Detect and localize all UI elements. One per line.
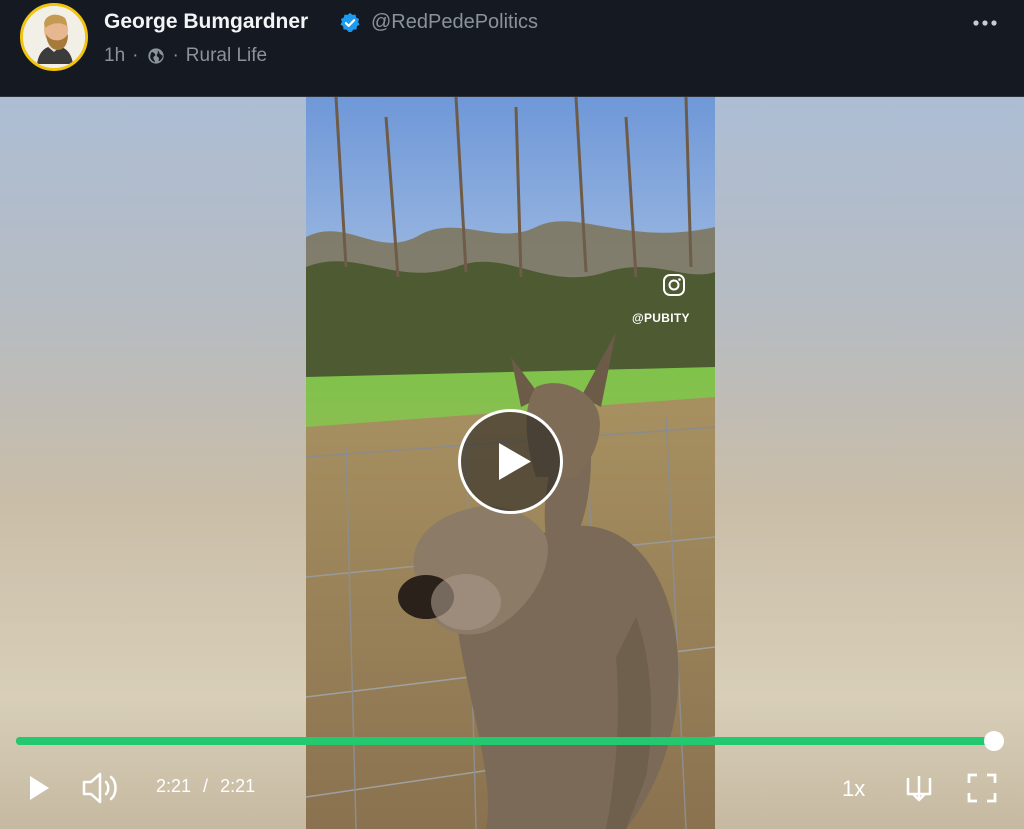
verified-badge-icon [339,12,361,34]
post-meta: 1h · · Rural Life [104,45,267,67]
progress-handle[interactable] [984,731,1004,751]
video-blur-right [715,97,1024,829]
download-icon[interactable] [903,770,935,806]
post-time[interactable]: 1h [104,45,125,67]
fullscreen-icon[interactable] [964,770,1000,806]
author-handle[interactable]: @RedPedePolitics [371,11,538,34]
author-name[interactable]: George Bumgardner [104,10,308,34]
video-blur-left [0,97,306,829]
instagram-icon [662,273,686,297]
current-time: 2:21 [156,776,192,796]
volume-icon[interactable] [80,769,124,807]
author-avatar[interactable] [20,3,88,71]
time-separator: / [203,776,209,796]
meta-separator: · [172,45,179,66]
playback-speed-button[interactable]: 1x [842,776,865,802]
community-name[interactable]: Rural Life [186,45,267,67]
video-watermark: @PUBITY [632,311,690,325]
time-display: 2:21 / 2:21 [156,776,255,797]
post-header: George Bumgardner @RedPedePolitics 1h · … [0,0,1024,97]
play-circle-icon[interactable] [457,408,564,515]
globe-icon [147,47,165,65]
duration: 2:21 [220,776,256,796]
progress-fill [16,737,994,745]
more-options-icon[interactable] [968,10,1002,36]
play-icon[interactable] [24,770,54,806]
video-player[interactable]: @PUBITY 2:21 / 2:21 1x [0,97,1024,829]
meta-separator: · [132,45,139,66]
progress-bar[interactable] [16,737,994,745]
